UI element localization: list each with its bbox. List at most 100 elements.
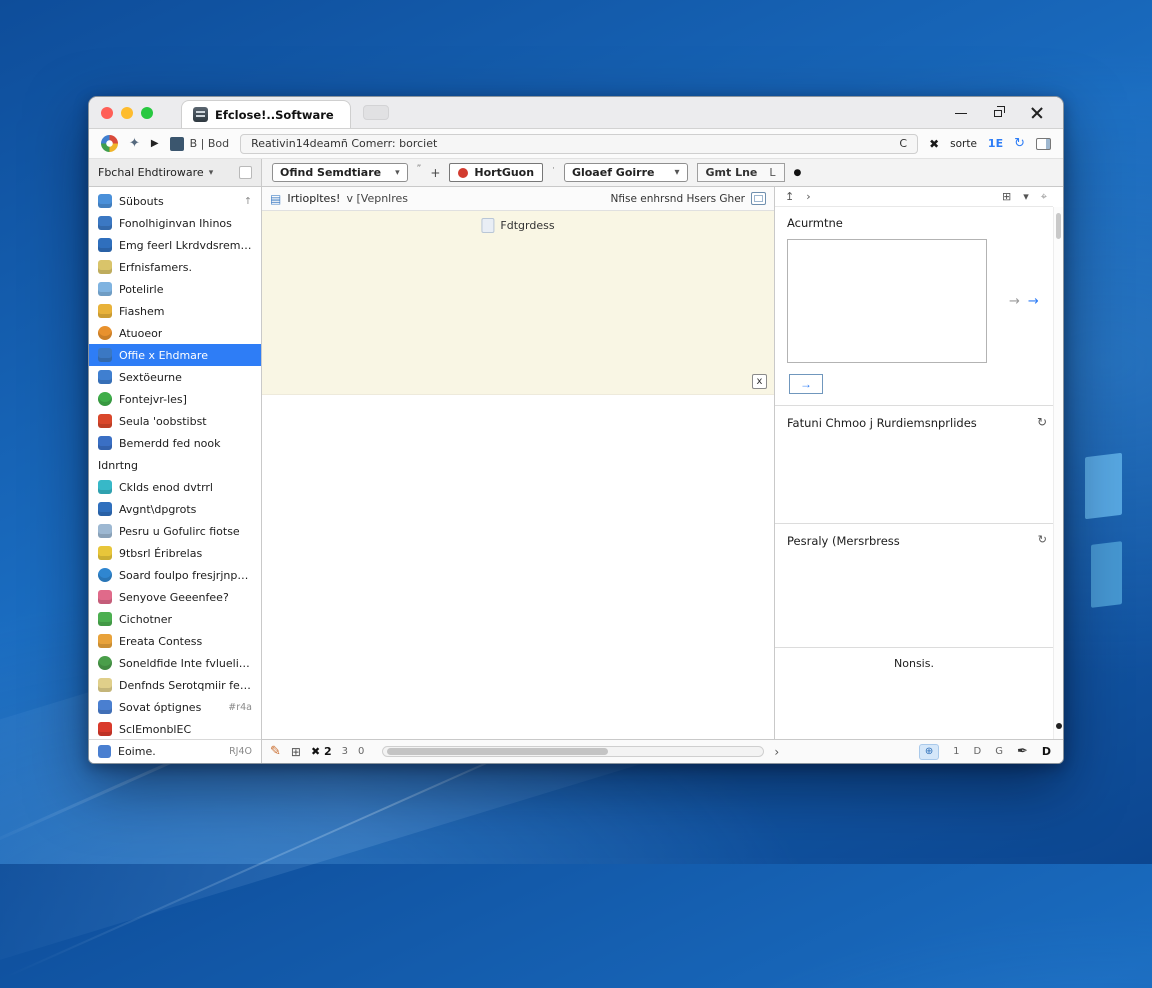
expand-icon[interactable]: ›	[806, 191, 810, 202]
section-header: Fatuni Chmoo j Rurdiemsnprlides ↻	[775, 406, 1053, 430]
sidebar-item[interactable]: Fonolhiginvan Ihinos	[89, 212, 261, 234]
star-icon	[98, 546, 112, 560]
sidebar-item[interactable]: Cklds enod dvtrrl	[89, 476, 261, 498]
globe-button[interactable]: ⊕	[919, 743, 940, 760]
sidebar-item[interactable]: 9tbsrl Éribrelas	[89, 542, 261, 564]
bookmark-label: B | Bod	[189, 137, 230, 150]
collapse-icon[interactable]: ↥	[785, 191, 794, 202]
menu-chevron-icon[interactable]: ▾	[1023, 191, 1029, 202]
scrollbar-thumb[interactable]	[387, 748, 608, 755]
scope-dropdown[interactable]: Gloaef Goirre ▾	[563, 163, 688, 182]
content-pane: ▤ Irtiopltes! v [Vepnlres Nfise enhrsnd …	[262, 187, 775, 739]
filter-box-icon[interactable]	[751, 192, 766, 205]
preview-row: → →	[787, 239, 1053, 363]
sidebar-item[interactable]: Senyove Geeenfee?	[89, 586, 261, 608]
content-tab[interactable]: ▤ Irtiopltes! v [Vepnlres	[270, 192, 408, 206]
library-checkbox[interactable]	[239, 166, 252, 179]
mac-minimize-button[interactable]	[121, 106, 133, 119]
sidebar-item[interactable]: Sextöeurne	[89, 366, 261, 388]
sidebar-toggle-icon[interactable]	[1036, 137, 1051, 150]
tag-icon	[98, 480, 112, 494]
sidebar-item-label: Cklds enod dvtrrl	[119, 480, 213, 494]
sidebar-item-label: Cichotner	[119, 612, 173, 626]
sidebar-item[interactable]: Fontejvr-les]	[89, 388, 261, 410]
refresh-icon[interactable]: ↻	[1037, 416, 1047, 428]
sidebar-item[interactable]: Pesru u Gofulirc fiotse	[89, 520, 261, 542]
sidebar-item-label: Fonolhiginvan Ihinos	[119, 216, 232, 230]
sidebar-item[interactable]: Ereata Contess	[89, 630, 261, 652]
search-value: HortGuon	[474, 166, 535, 179]
sidebar-item[interactable]: Cichotner	[89, 608, 261, 630]
arrow-right-icon[interactable]: →	[1009, 294, 1020, 309]
sidebar-item[interactable]: Potelirle	[89, 278, 261, 300]
close-button[interactable]	[1031, 107, 1043, 119]
sidebar-item[interactable]: Emg feerl Lkrdvdsremokelfe	[89, 234, 261, 256]
panel-scrollbar[interactable]	[1053, 207, 1063, 739]
bookmark-icon[interactable]	[169, 136, 184, 151]
sorte-button[interactable]: sorte	[950, 138, 977, 150]
layers-icon[interactable]: ⊞	[291, 746, 301, 758]
address-bar[interactable]: Reativin14deamñ Comerr: borciet C	[240, 133, 919, 154]
scroll-right-button[interactable]: ›	[774, 746, 779, 758]
quote-mark: ”	[416, 164, 422, 174]
reload-button[interactable]: C	[899, 137, 907, 150]
report-icon	[98, 502, 112, 516]
horizontal-scrollbar[interactable]	[382, 746, 765, 757]
sidebar-footer[interactable]: Eoime. RJ4O	[89, 739, 261, 763]
app-logo-icon[interactable]	[101, 135, 118, 152]
pen-icon[interactable]: ✒	[1017, 745, 1028, 758]
compass-icon[interactable]: ✦	[129, 137, 140, 150]
mac-close-button[interactable]	[101, 106, 113, 119]
edit-icon[interactable]: ✎	[270, 745, 281, 758]
progress-label: Fdtgrdess	[500, 219, 555, 232]
panes: ▤ Irtiopltes! v [Vepnlres Nfise enhrsnd …	[262, 187, 1063, 739]
sidebar-item[interactable]: Denfnds Serotqmiir feretlsend	[89, 674, 261, 696]
sync-icon[interactable]: ↻	[1014, 137, 1025, 150]
library-selector[interactable]: Fbchal Ehdtiroware ▾	[89, 159, 262, 186]
maximize-button[interactable]	[993, 106, 1005, 119]
grid-icon[interactable]: ⊞	[1002, 191, 1011, 202]
refresh-icon[interactable]: ↻	[1038, 534, 1047, 545]
arrow-right-blue-icon[interactable]: →	[1028, 294, 1039, 309]
sidebar-item-label: Denfnds Serotqmiir feretlsend	[119, 678, 252, 692]
status-glyph[interactable]: 1	[953, 746, 959, 757]
dismiss-button[interactable]: x	[752, 374, 767, 389]
sidebar-item[interactable]: SclEmonblEC	[89, 718, 261, 739]
sidebar-item[interactable]: Erfnisfamers.	[89, 256, 261, 278]
filter-controls: Ofind Semdtiare ▾ ” + HortGuon · Gloaef …	[262, 159, 1063, 186]
sidebar-item[interactable]: Offie x Ehdmare	[89, 344, 261, 366]
sidebar-item[interactable]: Soard foulpo fresjrjnpo éxpbe	[89, 564, 261, 586]
sidebar-item[interactable]: Avgnt\dpgrots	[89, 498, 261, 520]
status-glyph[interactable]: D	[974, 746, 982, 757]
content-area	[262, 395, 774, 739]
sidebar-item[interactable]: Atuoeor	[89, 322, 261, 344]
status-glyph[interactable]: G	[995, 746, 1003, 757]
windows-logo-fragment	[1091, 541, 1122, 608]
cursor-icon[interactable]: ▶	[151, 138, 159, 149]
sidebar-item[interactable]: Soneldfide Inte fvluelione	[89, 652, 261, 674]
sidebar-item[interactable]: Sübouts ↑	[89, 190, 261, 212]
sidebar-item-label: Potelirle	[119, 282, 164, 296]
clear-icon[interactable]: ✖	[929, 138, 939, 150]
add-button[interactable]: +	[430, 166, 440, 180]
pin-icon[interactable]: ⌖	[1041, 191, 1047, 202]
preview-arrows: → →	[1009, 294, 1039, 309]
sidebar-item[interactable]: Fiashem	[89, 300, 261, 322]
line-suffix: L	[769, 166, 776, 179]
sidebar-item-label: Seula 'oobstibst	[119, 414, 207, 428]
line-field[interactable]: Gmt Lne L	[696, 163, 785, 182]
minimize-button[interactable]	[955, 107, 967, 119]
sidebar-item[interactable]: Sovat óptignes #r4a	[89, 696, 261, 718]
reader-badge[interactable]: 1E	[988, 137, 1003, 150]
find-dropdown[interactable]: Ofind Semdtiare ▾	[272, 163, 408, 182]
sidebar-footer-badge: RJ4O	[229, 746, 252, 757]
address-text: Reativin14deamñ Comerr: borciet	[251, 137, 438, 150]
sidebar-item[interactable]: Bemerdd fed nook	[89, 432, 261, 454]
search-field[interactable]: HortGuon	[449, 163, 544, 182]
background-tab[interactable]	[362, 105, 389, 120]
scrollbar-thumb[interactable]	[1056, 213, 1061, 239]
sidebar-item[interactable]: Seula 'oobstibst	[89, 410, 261, 432]
mac-zoom-button[interactable]	[141, 106, 153, 119]
go-button[interactable]: →	[789, 374, 823, 394]
window-tab[interactable]: Efclose!..Software	[181, 100, 351, 128]
